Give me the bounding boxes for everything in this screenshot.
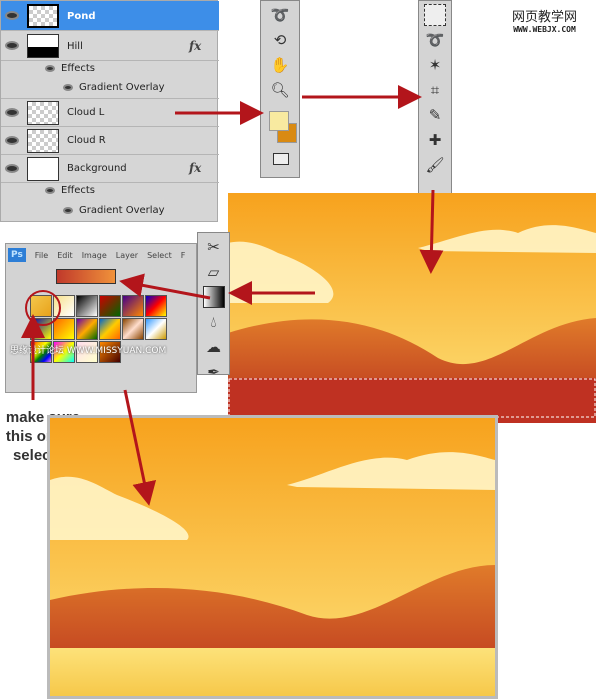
gradient-preset[interactable]	[145, 318, 167, 340]
canvas-preview-1	[228, 193, 596, 423]
layer-row-hill[interactable]: Hill fx	[1, 31, 219, 61]
gradient-preset[interactable]	[76, 318, 98, 340]
tools-panel-2: ➰ ✶ ⌗ ✎ ✚ 🖌︎	[418, 0, 452, 195]
eye-icon[interactable]	[5, 108, 19, 117]
gradient-preset[interactable]	[122, 295, 144, 317]
gradient-tool-icon[interactable]	[202, 286, 225, 308]
tools-panel-3: ✂ ▱ 💧︎ ☁ ✒	[197, 232, 230, 381]
gradient-preset[interactable]	[145, 295, 167, 317]
smart-object-thumbnail	[27, 101, 59, 125]
eye-icon[interactable]	[5, 164, 19, 173]
effects-row[interactable]: Effects	[1, 61, 219, 78]
watermark: 网页教学网 WWW.WEBJX.COM	[512, 10, 578, 34]
layer-thumbnail	[27, 4, 59, 28]
menu-filter[interactable]: F	[181, 251, 186, 260]
eye-icon[interactable]	[5, 136, 19, 145]
layers-panel: Pond Hill fx Effects Gradient Overlay Cl…	[0, 0, 219, 222]
gradient-preset[interactable]	[76, 295, 98, 317]
layer-row-pond[interactable]: Pond	[1, 1, 219, 31]
magic-wand-icon[interactable]: ✶	[424, 54, 446, 76]
canvas-preview-2	[47, 415, 498, 699]
blur-icon[interactable]: 💧︎	[203, 311, 225, 333]
lasso-icon[interactable]: ➰	[424, 29, 446, 51]
fx-icon[interactable]: fx	[189, 161, 201, 175]
smart-object-thumbnail	[27, 129, 59, 153]
layer-row-background[interactable]: Background fx	[1, 155, 219, 183]
ps-logo: Ps	[8, 248, 26, 262]
gradient-picker-dropdown[interactable]	[56, 269, 116, 284]
menu-edit[interactable]: Edit	[57, 251, 73, 260]
layer-row-cloud-r[interactable]: Cloud R	[1, 127, 219, 155]
gradient-preset[interactable]	[122, 318, 144, 340]
history-brush-icon[interactable]: ✂	[203, 236, 225, 258]
menu-image[interactable]: Image	[82, 251, 107, 260]
watermark: 思缘设计论坛 WWW.MISSYUAN.COM	[10, 346, 167, 356]
menu-layer[interactable]: Layer	[116, 251, 138, 260]
layer-thumbnail	[27, 34, 59, 58]
zoom-icon[interactable]: 🔍︎	[269, 79, 291, 101]
hand-icon[interactable]: ✋	[269, 54, 291, 76]
foreground-color-swatch[interactable]	[269, 111, 289, 131]
rotate-view-icon[interactable]: ⟲	[269, 29, 291, 51]
eye-icon[interactable]	[45, 187, 55, 194]
eye-icon[interactable]	[45, 65, 55, 72]
eye-icon[interactable]	[5, 41, 19, 50]
eraser-icon[interactable]: ▱	[203, 261, 225, 283]
eyedropper-icon[interactable]: ✎	[424, 104, 446, 126]
brush-icon[interactable]: 🖌︎	[424, 154, 446, 176]
tools-panel: ➰ ⟲ ✋ 🔍︎	[260, 0, 300, 178]
gradient-options-panel: Ps File Edit Image Layer Select F 思缘设计论坛…	[5, 243, 197, 393]
pen-icon[interactable]: ✒	[203, 361, 225, 383]
menu-bar: Ps File Edit Image Layer Select F	[8, 248, 194, 262]
eye-icon[interactable]	[5, 11, 19, 20]
crop-icon[interactable]: ⌗	[424, 79, 446, 101]
marquee-icon[interactable]	[424, 4, 446, 26]
quick-mask-icon[interactable]	[273, 153, 289, 165]
eye-icon[interactable]	[63, 84, 73, 91]
gradient-preset[interactable]	[99, 318, 121, 340]
lasso-icon[interactable]: ➰	[269, 4, 291, 26]
gradient-preset[interactable]	[99, 295, 121, 317]
menu-select[interactable]: Select	[147, 251, 172, 260]
gradient-preset[interactable]	[53, 318, 75, 340]
layer-thumbnail	[27, 157, 59, 181]
eye-icon[interactable]	[63, 207, 73, 214]
fx-icon[interactable]: fx	[189, 39, 201, 53]
dodge-icon[interactable]: ☁	[203, 336, 225, 358]
effects-row[interactable]: Effects	[1, 183, 219, 201]
pond	[50, 648, 495, 696]
menu-file[interactable]: File	[35, 251, 48, 260]
gradient-overlay-row[interactable]: Gradient Overlay	[1, 201, 219, 222]
healing-brush-icon[interactable]: ✚	[424, 129, 446, 151]
highlight-circle	[25, 290, 61, 326]
gradient-overlay-row[interactable]: Gradient Overlay	[1, 78, 219, 99]
layer-row-cloud-l[interactable]: Cloud L	[1, 99, 219, 127]
